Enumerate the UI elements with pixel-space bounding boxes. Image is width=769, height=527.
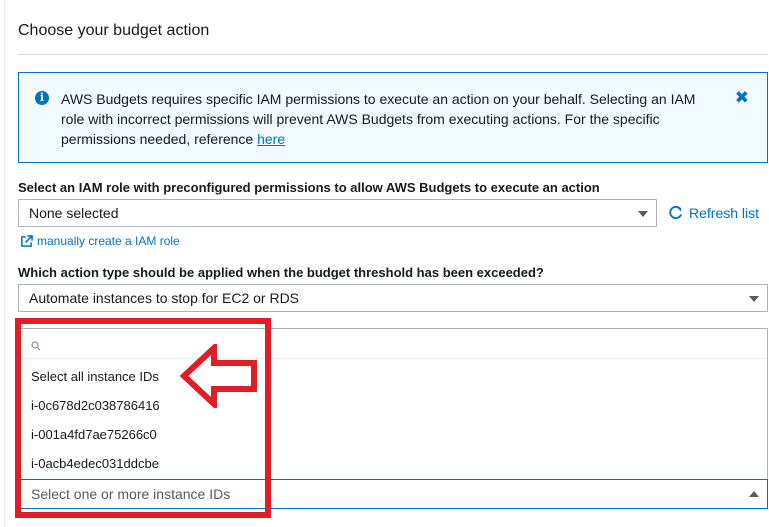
action-type-label: Which action type should be applied when… <box>18 265 544 280</box>
instance-ids-placeholder: Select one or more instance IDs <box>31 486 231 502</box>
search-input[interactable] <box>19 329 767 359</box>
alert-text: AWS Budgets requires specific IAM permis… <box>61 91 696 147</box>
search-icon <box>31 341 41 351</box>
section-title: Choose your budget action <box>18 22 210 39</box>
instance-ids-select[interactable]: Select one or more instance IDs <box>18 479 768 509</box>
info-alert: i AWS Budgets requires specific IAM perm… <box>18 72 768 163</box>
refresh-list-button[interactable]: Refresh list <box>668 205 759 221</box>
refresh-icon <box>669 205 682 219</box>
reference-link[interactable]: here <box>257 131 285 147</box>
external-link-icon <box>21 234 33 247</box>
chevron-down-icon <box>749 296 759 302</box>
iam-role-select[interactable]: None selected <box>18 199 657 227</box>
chevron-up-icon <box>749 491 759 497</box>
instance-option[interactable]: i-001a4fd7ae75266c0 <box>31 427 157 442</box>
divider <box>18 54 768 55</box>
iam-role-label: Select an IAM role with preconfigured pe… <box>18 180 600 195</box>
option-select-all[interactable]: Select all instance IDs <box>31 369 159 384</box>
instance-dropdown: Select all instance IDs i-0c678d2c038786… <box>18 328 768 480</box>
instance-option[interactable]: i-0c678d2c038786416 <box>31 398 160 413</box>
action-type-value: Automate instances to stop for EC2 or RD… <box>29 290 300 306</box>
refresh-label: Refresh list <box>689 205 760 221</box>
info-icon: i <box>35 91 49 105</box>
iam-role-value: None selected <box>29 205 119 221</box>
chevron-down-icon <box>638 211 648 217</box>
manual-create-role-link[interactable]: manually create a IAM role <box>20 234 180 248</box>
manual-link-label: manually create a IAM role <box>37 234 180 248</box>
alert-message: AWS Budgets requires specific IAM permis… <box>61 89 711 149</box>
action-type-select[interactable]: Automate instances to stop for EC2 or RD… <box>18 284 768 312</box>
instance-option[interactable]: i-0acb4edec031ddcbe <box>31 456 159 471</box>
close-icon[interactable]: ✖ <box>735 88 749 108</box>
